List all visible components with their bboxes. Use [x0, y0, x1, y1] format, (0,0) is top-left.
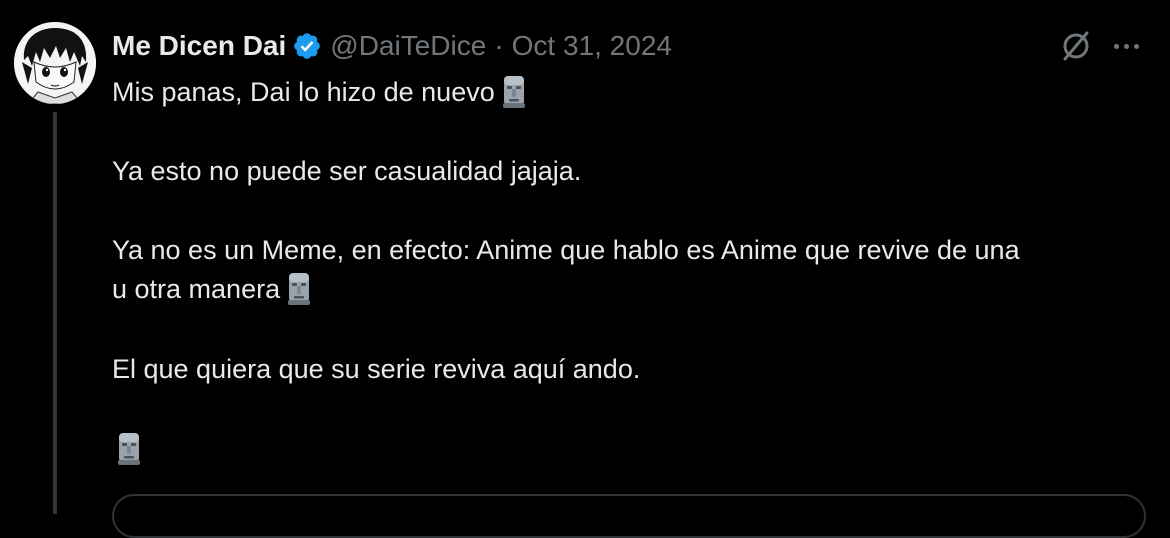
verified-badge-icon[interactable]: [292, 31, 322, 61]
post-text-line-4: u otra manera: [112, 270, 312, 308]
moai-emoji-icon: [288, 273, 311, 305]
post-text-line-5: El que quiera que su serie reviva aquí a…: [112, 350, 640, 388]
post-text-4: u otra manera: [112, 274, 281, 304]
avatar[interactable]: [14, 22, 96, 104]
post-text-2: Ya esto no puede ser casualidad jajaja.: [112, 156, 582, 186]
post-text-line-6: [112, 430, 142, 468]
quoted-post-card[interactable]: [112, 494, 1146, 538]
post-text-3: Ya no es un Meme, en efecto: Anime que h…: [112, 235, 1020, 265]
post-text-5: El que quiera que su serie reviva aquí a…: [112, 354, 641, 384]
thread-line: [53, 112, 57, 514]
avatar-image: [14, 22, 96, 104]
post-text-1: Mis panas, Dai lo hizo de nuevo: [112, 77, 495, 107]
post-text-line-1: Mis panas, Dai lo hizo de nuevo: [112, 73, 527, 111]
moai-emoji-icon: [502, 76, 525, 108]
post-header: Me Dicen Dai @DaiTeDice · Oct 31, 2024: [112, 27, 672, 65]
moai-emoji-icon: [118, 433, 140, 465]
separator-dot: ·: [494, 30, 504, 61]
post-text-line-3: Ya no es un Meme, en efecto: Anime que h…: [112, 231, 1020, 269]
author-handle[interactable]: @DaiTeDice: [330, 30, 486, 62]
author-name[interactable]: Me Dicen Dai: [112, 30, 286, 62]
post-text-line-2: Ya esto no puede ser casualidad jajaja.: [112, 152, 581, 190]
post-date[interactable]: Oct 31, 2024: [512, 30, 672, 62]
more-options-icon[interactable]: [1108, 30, 1144, 62]
grok-icon[interactable]: [1058, 28, 1094, 64]
